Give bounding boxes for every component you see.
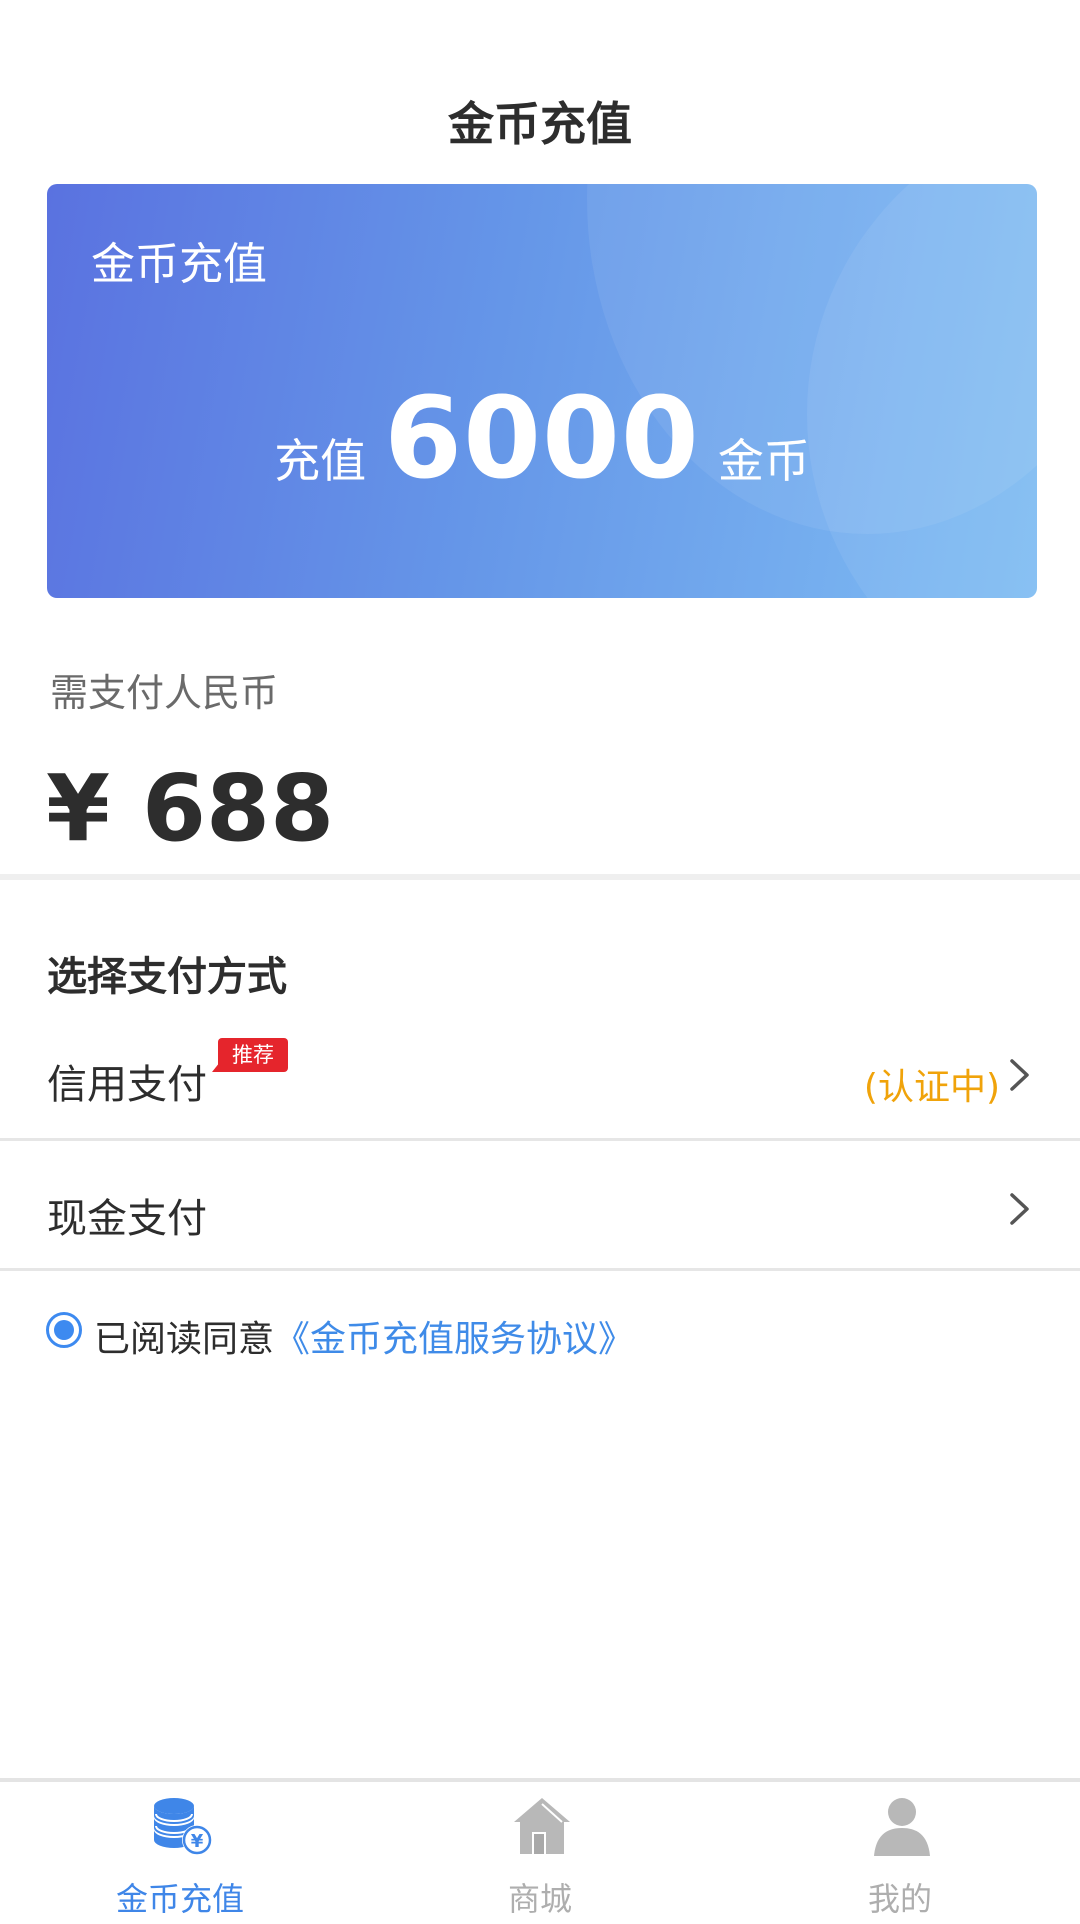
recharge-card: 金币充值 充值 6000 金币 (47, 184, 1037, 598)
card-label: 金币充值 (91, 239, 267, 290)
verification-status: (认证中) (863, 1067, 1000, 1108)
row-divider (0, 1268, 1080, 1271)
coins-icon: ¥ (154, 1798, 212, 1855)
payment-label: 需支付人民币 (50, 671, 279, 715)
agreement-text: 已阅读同意《金币充值服务协议》 (94, 1310, 634, 1362)
credit-payment-option[interactable]: 信用支付 推荐 (认证中) (0, 1022, 1080, 1142)
card-amount-row: 充值 6000 金币 (47, 374, 1037, 504)
bottom-tab-bar: ¥ 金币充值 商城 我的 (0, 1778, 1080, 1924)
home-icon (514, 1798, 570, 1854)
agreement-link[interactable]: 《金币充值服务协议》 (274, 1319, 634, 1360)
payment-amount: ¥ 688 (46, 755, 335, 862)
cash-payment-label: 现金支付 (47, 1196, 207, 1242)
tab-label: 金币充值 (115, 1880, 244, 1918)
tab-label: 商城 (507, 1880, 572, 1918)
card-amount-prefix: 充值 (274, 434, 367, 488)
row-divider (0, 1138, 1080, 1141)
chevron-right-icon (1010, 1193, 1029, 1225)
tab-coin-recharge[interactable]: ¥ 金币充值 (0, 1782, 360, 1924)
section-divider (0, 874, 1080, 880)
user-icon (874, 1798, 930, 1856)
recommend-badge: 推荐 (212, 1038, 288, 1072)
radio-checked-dot (54, 1320, 74, 1340)
agreement-label: 已阅读同意 (94, 1319, 275, 1360)
cash-payment-option[interactable]: 现金支付 (0, 1150, 1080, 1270)
agreement-radio[interactable] (46, 1312, 82, 1348)
chevron-right-icon (1010, 1059, 1029, 1091)
svg-text:¥: ¥ (191, 1831, 204, 1852)
tab-label: 我的 (867, 1880, 932, 1918)
card-amount-suffix: 金币 (717, 434, 810, 488)
tab-mall[interactable]: 商城 (360, 1782, 720, 1924)
payment-methods-title: 选择支付方式 (47, 954, 287, 1000)
tab-mine[interactable]: 我的 (720, 1782, 1080, 1924)
coin-amount: 6000 (384, 374, 700, 504)
credit-payment-label: 信用支付 (47, 1062, 207, 1108)
page-title: 金币充值 (448, 97, 632, 151)
